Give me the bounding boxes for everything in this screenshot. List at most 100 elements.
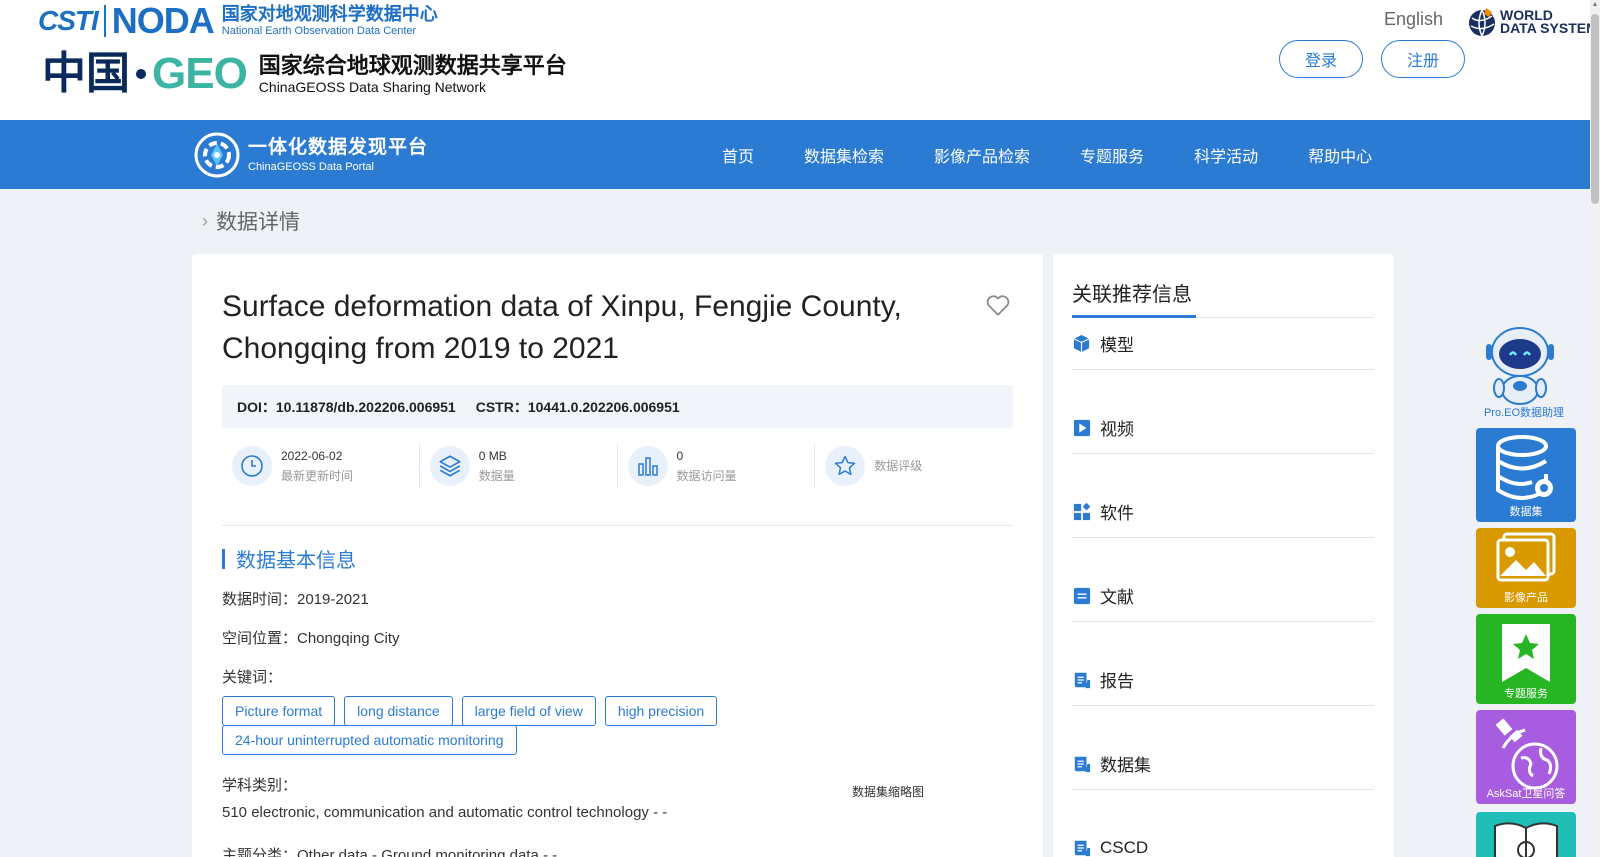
cube-icon xyxy=(1072,334,1091,353)
bookmark-star-icon xyxy=(1502,624,1550,682)
widget-image-products[interactable]: 影像产品 xyxy=(1476,528,1576,608)
spatial-location: 空间位置：Chongqing City xyxy=(222,630,400,647)
portal-text: 一体化数据发现平台 ChinaGEOSS Data Portal xyxy=(248,136,428,174)
database-gear-icon xyxy=(1496,435,1553,500)
widget-asksat[interactable]: AskSat卫星问答 xyxy=(1476,710,1576,804)
geoss-en-name: ChinaGEOSS Data Sharing Network xyxy=(258,79,487,95)
portal-cn-name: 一体化数据发现平台 xyxy=(248,137,429,158)
doi-value[interactable]: 10.11878/db.202206.006951 xyxy=(276,399,456,415)
stat-value: 2022-06-02 xyxy=(281,449,343,463)
section-title: 数据基本信息 xyxy=(222,544,356,573)
language-switch[interactable]: English xyxy=(1384,9,1443,30)
related-item-software[interactable]: 软件 xyxy=(1072,486,1374,538)
geo-logo-text: GEO xyxy=(152,49,248,98)
layers-icon xyxy=(429,446,470,486)
page-scrollbar[interactable]: ▲ xyxy=(1590,0,1600,857)
stat-data-size: 0 MB 数据量 xyxy=(420,444,618,488)
chinageoss-logo[interactable]: 中国 GEO 国家综合地球观测数据共享平台 ChinaGEOSS Data Sh… xyxy=(42,42,567,106)
related-item-label: 模型 xyxy=(1100,336,1134,355)
dataset-detail-card: Surface deformation data of Xinpu, Fengj… xyxy=(192,254,1043,857)
nav-item-image-search[interactable]: 影像产品检索 xyxy=(934,143,1030,167)
clock-icon xyxy=(232,446,272,486)
related-item-dataset[interactable]: 数据集 xyxy=(1072,738,1374,790)
logo-divider xyxy=(103,5,106,37)
geoss-cn-name: 国家综合地球观测数据共享平台 xyxy=(258,53,567,78)
login-button[interactable]: 登录 xyxy=(1279,40,1363,78)
nav-item-help-center[interactable]: 帮助中心 xyxy=(1308,143,1372,167)
keyword-tag[interactable]: long distance xyxy=(344,696,453,726)
widget-label: 影像产品 xyxy=(1504,592,1548,604)
section-title-text: 数据基本信息 xyxy=(236,550,356,572)
noda-cn-name: 国家对地观测科学数据中心 xyxy=(221,4,438,24)
stat-rating: 数据评级 xyxy=(815,444,1013,488)
play-icon xyxy=(1072,418,1091,437)
stat-value: 0 MB xyxy=(478,449,507,463)
related-item-label: 视频 xyxy=(1100,420,1134,439)
related-item-literature[interactable]: 文献 xyxy=(1072,570,1374,622)
widget-label: 数据集 xyxy=(1509,506,1543,518)
widget-dataset[interactable]: 数据集 xyxy=(1476,428,1576,522)
widget-book[interactable] xyxy=(1476,812,1576,857)
geoss-logo-text: 国家综合地球观测数据共享平台 ChinaGEOSS Data Sharing N… xyxy=(259,53,567,95)
related-item-label: CSCD xyxy=(1100,837,1149,857)
image-gallery-icon xyxy=(1496,532,1556,582)
main-nav: 一体化数据发现平台 ChinaGEOSS Data Portal 首页 数据集检… xyxy=(0,120,1590,189)
document-icon xyxy=(1072,586,1091,605)
favorite-heart-icon[interactable] xyxy=(985,292,1011,318)
wds-line2: DATA SYSTEM xyxy=(1500,20,1598,36)
noda-en-name: National Earth Observation Data Center xyxy=(221,25,417,37)
nav-item-topic-services[interactable]: 专题服务 xyxy=(1080,143,1144,167)
related-item-label: 文献 xyxy=(1100,588,1134,607)
nav-item-dataset-search[interactable]: 数据集检索 xyxy=(804,143,884,167)
nav-item-home[interactable]: 首页 xyxy=(722,143,754,167)
widget-topic-services[interactable]: 专题服务 xyxy=(1476,614,1576,704)
related-recommendations: 关联推荐信息 模型 视频 软件 文献 报告 数据集 CSCD xyxy=(1053,254,1394,857)
related-item-model[interactable]: 模型 xyxy=(1072,318,1374,370)
china-logo-text: 中国 xyxy=(42,49,130,98)
scroll-up-arrow-icon[interactable]: ▲ xyxy=(1591,0,1599,10)
noda-logo-mark: NODA xyxy=(111,0,215,41)
portal-logo[interactable]: 一体化数据发现平台 ChinaGEOSS Data Portal xyxy=(192,130,428,180)
nav-menu: 首页 数据集检索 影像产品检索 专题服务 科学活动 帮助中心 xyxy=(722,120,1422,189)
keyword-tag[interactable]: large field of view xyxy=(461,696,596,726)
widget-label: 专题服务 xyxy=(1504,688,1548,700)
stat-label: 数据量 xyxy=(478,469,515,483)
keyword-tag[interactable]: Picture format xyxy=(222,696,336,726)
assistant-label[interactable]: Pro.EO数据助理 xyxy=(1474,404,1574,420)
stat-label: 数据访问量 xyxy=(676,469,737,483)
portal-en-name: ChinaGEOSS Data Portal xyxy=(248,161,374,173)
related-item-video[interactable]: 视频 xyxy=(1072,402,1374,454)
subject-value: 510 electronic, communication and automa… xyxy=(222,804,668,821)
world-data-system-logo[interactable]: WORLD DATA SYSTEM xyxy=(1466,6,1598,38)
top-header: CSTI NODA 国家对地观测科学数据中心 National Earth Ob… xyxy=(0,0,1600,120)
stat-value: 0 xyxy=(676,449,684,463)
bar-chart-icon xyxy=(627,446,668,486)
related-item-label: 软件 xyxy=(1100,504,1134,523)
breadcrumb-current: 数据详情 xyxy=(216,211,300,234)
related-item-report[interactable]: 报告 xyxy=(1072,654,1374,706)
keyword-list: Picture format long distance large field… xyxy=(222,696,782,755)
cstr-label: CSTR： xyxy=(475,398,528,415)
stat-update-time: 2022-06-02 最新更新时间 xyxy=(222,444,420,488)
satellite-globe-icon xyxy=(1495,718,1559,790)
chevron-right-icon: › xyxy=(202,210,208,231)
cstr-value[interactable]: 10441.0.202206.006951 xyxy=(528,399,680,415)
stat-label: 最新更新时间 xyxy=(281,469,354,483)
noda-logo[interactable]: CSTI NODA 国家对地观测科学数据中心 National Earth Ob… xyxy=(38,2,438,40)
scrollbar-thumb[interactable] xyxy=(1591,14,1599,204)
casti-logo: CSTI xyxy=(38,5,99,36)
nav-item-science-activities[interactable]: 科学活动 xyxy=(1194,143,1258,167)
register-button[interactable]: 注册 xyxy=(1381,40,1465,78)
data-time: 数据时间：2019-2021 xyxy=(222,591,369,608)
related-item-cscd[interactable]: CSCD xyxy=(1072,822,1374,857)
related-item-label: 数据集 xyxy=(1100,756,1151,775)
keyword-tag[interactable]: high precision xyxy=(604,696,718,726)
star-icon xyxy=(825,446,866,486)
stat-visits: 0 数据访问量 xyxy=(618,444,816,488)
apps-icon xyxy=(1072,502,1091,521)
keyword-tag[interactable]: 24-hour uninterrupted automatic monitori… xyxy=(222,725,517,755)
portal-compass-icon xyxy=(194,132,240,178)
dataset-stats: 2022-06-02 最新更新时间 0 MB 数据量 0 数据访问量 数据评级 xyxy=(222,444,1013,526)
breadcrumb: › 数据详情 xyxy=(202,206,300,236)
section-accent-bar xyxy=(222,548,225,569)
